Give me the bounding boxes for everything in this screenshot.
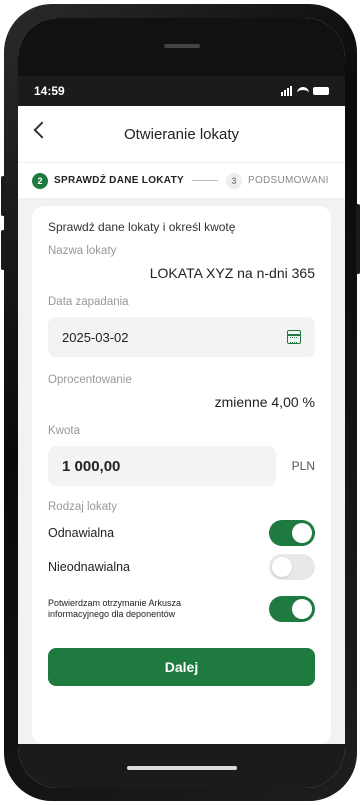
phone-side-button <box>1 176 5 216</box>
maturity-date-field[interactable]: 2025-03-02 <box>48 317 315 357</box>
status-time: 14:59 <box>34 84 65 98</box>
page-title: Otwieranie lokaty <box>123 125 240 143</box>
wifi-icon <box>297 87 309 95</box>
confirm-row: Potwierdzam otrzymanie Arkusza informacy… <box>48 596 315 622</box>
stepper: 2 SPRAWDŹ DANE LOKATY 3 PODSUMOWANI <box>18 162 345 198</box>
speaker-notch <box>163 44 200 48</box>
deposit-name-value: LOKATA XYZ na n-dni 365 <box>149 265 315 281</box>
bottom-bezel <box>18 744 345 788</box>
deposit-name-label: Nazwa lokaty <box>48 245 117 257</box>
status-bar: 14:59 <box>18 76 345 106</box>
confirm-toggle[interactable] <box>269 596 315 622</box>
phone-frame: 14:59 Otwieranie lokaty 2 SPRAWDŹ DANE L… <box>1 4 360 801</box>
back-arrow-icon[interactable] <box>33 121 51 139</box>
deposit-type-label: Rodzaj lokaty <box>48 501 118 513</box>
phone-side-button <box>356 204 360 274</box>
signal-icon <box>281 86 293 96</box>
nonrenewable-row: Nieodnawialna <box>48 554 315 580</box>
amount-label: Kwota <box>48 425 80 437</box>
currency-label: PLN <box>291 459 315 473</box>
amount-input[interactable]: 1 000,00 <box>48 446 276 486</box>
interest-rate-label: Oprocentowanie <box>48 374 132 386</box>
renewable-label: Odnawialna <box>48 526 115 540</box>
maturity-date-label: Data zapadania <box>48 296 129 308</box>
step-divider <box>191 180 218 181</box>
nonrenewable-toggle[interactable] <box>269 554 315 580</box>
nonrenewable-label: Nieodnawialna <box>48 560 131 574</box>
interest-rate-value: zmienne 4,00 % <box>214 394 315 410</box>
battery-icon <box>313 87 329 95</box>
home-indicator[interactable] <box>126 766 237 770</box>
step-label-active: SPRAWDŹ DANE LOKATY <box>54 175 184 186</box>
toggle-knob <box>272 557 292 577</box>
maturity-date-value: 2025-03-02 <box>62 329 129 345</box>
deposit-form-card: Sprawdź dane lokaty i określ kwotę Nazwa… <box>32 206 331 744</box>
phone-screen: 14:59 Otwieranie lokaty 2 SPRAWDŹ DANE L… <box>18 18 345 788</box>
step-number-next: 3 <box>225 172 242 189</box>
step-label-next: PODSUMOWANI <box>247 175 329 186</box>
toggle-knob <box>292 523 312 543</box>
phone-side-button <box>1 230 5 270</box>
amount-row: 1 000,00 PLN <box>48 446 315 486</box>
confirm-label: Potwierdzam otrzymanie Arkusza informacy… <box>48 598 182 619</box>
next-button[interactable]: Dalej <box>48 648 315 686</box>
step-number-active: 2 <box>32 172 48 189</box>
renewable-row: Odnawialna <box>48 520 315 546</box>
app-header: Otwieranie lokaty <box>18 106 345 162</box>
toggle-knob <box>292 599 312 619</box>
renewable-toggle[interactable] <box>269 520 315 546</box>
calendar-icon[interactable] <box>287 330 301 344</box>
form-intro: Sprawdź dane lokaty i określ kwotę <box>48 220 236 234</box>
